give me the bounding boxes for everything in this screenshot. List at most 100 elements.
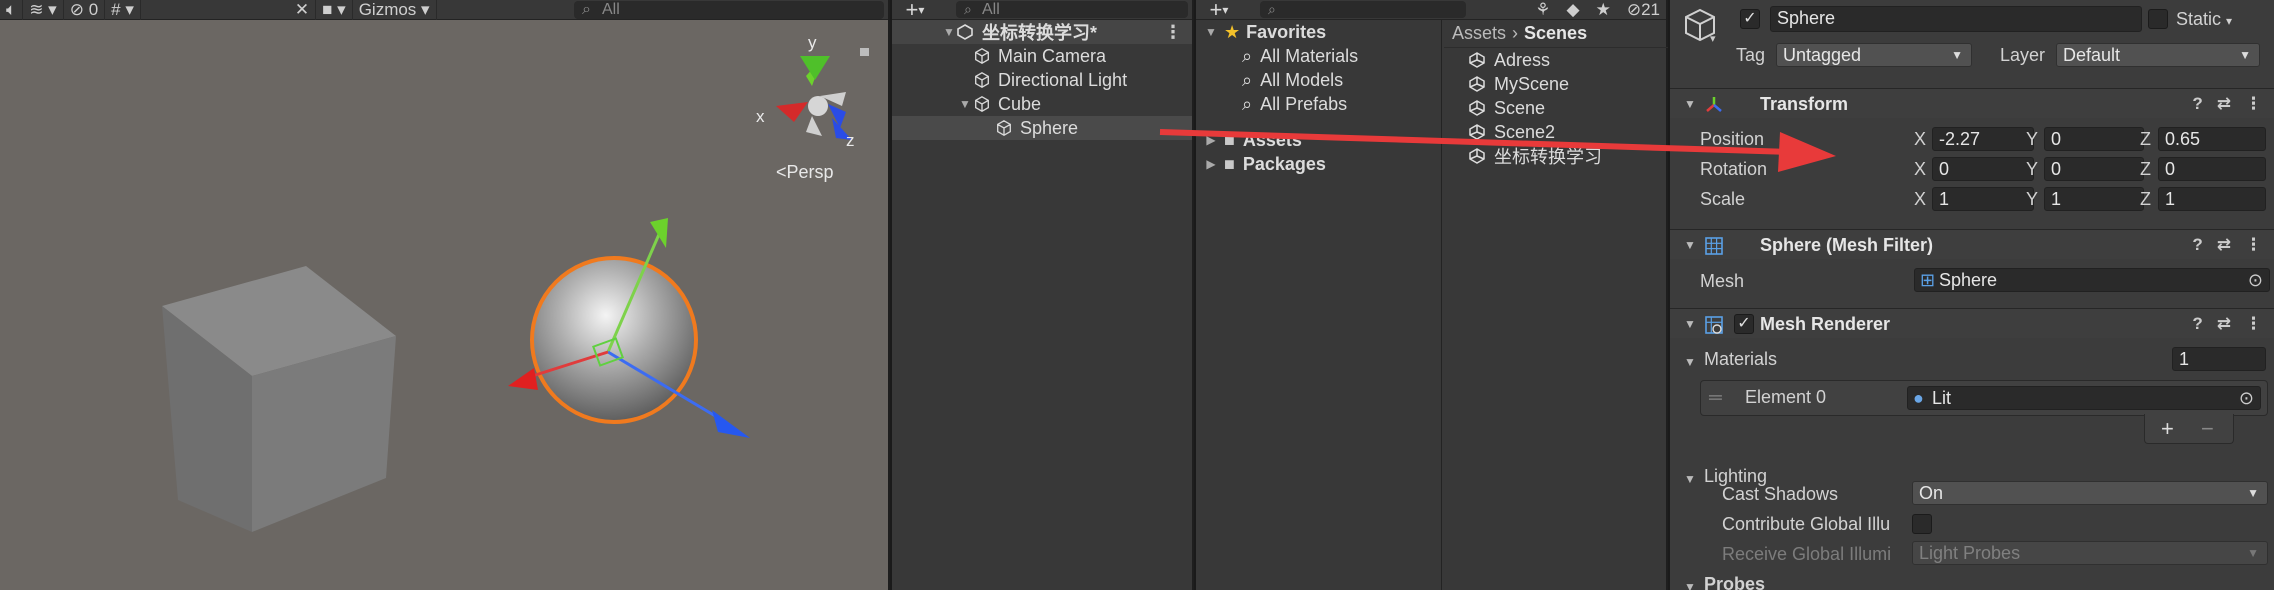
position-y-field[interactable]: 0 xyxy=(2044,127,2144,151)
hierarchy-item[interactable]: ▼ Cube xyxy=(892,92,1192,116)
cast-shadows-dropdown[interactable]: On ▼ xyxy=(1912,481,2268,505)
contribute-gi-checkbox[interactable] xyxy=(1912,514,1932,534)
material-object-field[interactable]: ● Lit ⊙ xyxy=(1907,386,2261,410)
favorites-item[interactable]: ⌕ All Materials xyxy=(1196,44,1441,68)
axis-z-label[interactable]: Z xyxy=(2140,159,2151,180)
favorites-item[interactable]: ⌕ All Models xyxy=(1196,68,1441,92)
root-folder-item[interactable]: ▶ ■ Packages xyxy=(1196,152,1441,176)
mesh-filter-header[interactable]: ▼ Sphere (Mesh Filter) ? ⇄ ⋮ xyxy=(1670,229,2274,259)
breadcrumb-current[interactable]: Scenes xyxy=(1524,23,1587,44)
axis-x-label[interactable]: X xyxy=(1914,159,1926,180)
probes-label[interactable]: Probes xyxy=(1704,574,1765,590)
create-button[interactable]: + ▾ xyxy=(892,0,938,22)
rotation-y-field[interactable]: 0 xyxy=(2044,157,2144,181)
cube-object[interactable] xyxy=(162,266,396,532)
scene-view[interactable]: 🔈︎ ≋ ▾ ⊘ 0 # ▾ ✕ ■ ▾ Gizmos ▾ ⌕ All y x … xyxy=(0,0,888,590)
scale-y-field[interactable]: 1 xyxy=(2044,187,2144,211)
axis-y-label[interactable]: Y xyxy=(2026,159,2038,180)
drag-handle-icon[interactable]: ═ xyxy=(1709,387,1722,408)
add-element-button[interactable]: + xyxy=(2161,416,2174,442)
preset-icon[interactable]: ⇄ xyxy=(2217,94,2231,114)
hierarchy-item[interactable]: Sphere xyxy=(892,116,1192,140)
scene-asset-item[interactable]: Scene2 xyxy=(1444,120,1668,144)
icon-dropdown-caret[interactable]: ▾ xyxy=(1710,32,1716,45)
kebab-menu-icon[interactable]: ⋮ xyxy=(2245,314,2262,334)
fold-arrow-icon[interactable]: ▼ xyxy=(1684,355,1696,369)
scene-search-input[interactable]: ⌕ All xyxy=(574,1,884,19)
mesh-object-field[interactable]: ⊞ Sphere ⊙ xyxy=(1914,268,2270,292)
object-picker-icon[interactable]: ⊙ xyxy=(2248,269,2263,291)
favorites-item[interactable]: ⌕ All Prefabs xyxy=(1196,92,1441,116)
favorites-row[interactable]: ▼ ★ Favorites xyxy=(1196,20,1441,44)
axis-x-label[interactable]: X xyxy=(1914,129,1926,150)
scale-x-field[interactable]: 1 xyxy=(1932,187,2034,211)
project-search-input[interactable]: ⌕ xyxy=(1260,1,1466,18)
transform-header[interactable]: ▼ Transform ? ⇄ ⋮ xyxy=(1670,88,2274,118)
scene-asset-item[interactable]: MyScene xyxy=(1444,72,1668,96)
hierarchy-item[interactable]: Main Camera xyxy=(892,44,1192,68)
scene-viewport[interactable]: y x z xyxy=(0,20,888,590)
scene-asset-item[interactable]: Scene xyxy=(1444,96,1668,120)
scene-asset-item[interactable]: 坐标转换学习 xyxy=(1444,144,1668,168)
root-folder-item[interactable]: ▶ ■ Assets xyxy=(1196,128,1441,152)
kebab-menu-icon[interactable]: ⋮ xyxy=(2245,94,2262,114)
layer-dropdown[interactable]: Default ▼ xyxy=(2056,43,2260,67)
fold-arrow-icon[interactable]: ▼ xyxy=(1684,238,1696,252)
mesh-renderer-header[interactable]: ▼ ✓ Mesh Renderer ? ⇄ ⋮ xyxy=(1670,308,2274,338)
hierarchy-search-input[interactable]: ⌕ All xyxy=(956,1,1188,18)
position-x-field[interactable]: -2.27 xyxy=(1932,127,2034,151)
lock-icon[interactable] xyxy=(860,48,869,56)
help-icon[interactable]: ? xyxy=(2192,314,2202,334)
materials-count-field[interactable]: 1 xyxy=(2172,347,2266,371)
help-icon[interactable]: ? xyxy=(2192,235,2202,255)
kebab-menu-icon[interactable]: ⋮ xyxy=(2245,235,2262,255)
fold-arrow-icon[interactable]: ▼ xyxy=(1684,580,1696,590)
grid-toggle[interactable]: # ▾ xyxy=(105,0,141,20)
speaker-icon[interactable]: 🔈︎ xyxy=(0,0,24,20)
expand-arrow-icon[interactable]: ▼ xyxy=(942,25,956,39)
materials-label[interactable]: Materials xyxy=(1704,349,1777,370)
axis-y-label[interactable]: Y xyxy=(2026,189,2038,210)
projection-toggle[interactable]: <Persp xyxy=(776,162,834,183)
preset-icon[interactable]: ⇄ xyxy=(2217,235,2231,255)
scale-z-field[interactable]: 1 xyxy=(2158,187,2266,211)
axis-z-label[interactable]: Z xyxy=(2140,189,2151,210)
expand-arrow-icon[interactable]: ▼ xyxy=(958,97,972,111)
static-dropdown[interactable]: Static ▾ xyxy=(2176,9,2232,30)
active-checkbox[interactable]: ✓ xyxy=(1740,9,1760,29)
filter-type-icon[interactable]: ⚘ xyxy=(1535,0,1550,20)
help-icon[interactable]: ? xyxy=(2192,94,2202,114)
hidden-objects-toggle[interactable]: ⊘ 0 xyxy=(64,0,106,20)
remove-element-button[interactable]: − xyxy=(2201,416,2214,442)
fold-arrow-icon[interactable]: ▼ xyxy=(1684,472,1696,486)
position-z-field[interactable]: 0.65 xyxy=(2158,127,2266,151)
fold-arrow-icon[interactable]: ▼ xyxy=(1684,97,1696,111)
renderer-enabled-checkbox[interactable]: ✓ xyxy=(1734,314,1754,334)
axis-y-label[interactable]: Y xyxy=(2026,129,2038,150)
camera-icon[interactable]: ■ ▾ xyxy=(316,0,353,20)
star-filter-icon[interactable]: ★ xyxy=(1596,0,1611,20)
expand-arrow-icon[interactable]: ▶ xyxy=(1204,133,1218,147)
breadcrumb-root[interactable]: Assets xyxy=(1452,23,1506,44)
tools-icon[interactable]: ✕ xyxy=(289,0,317,20)
hierarchy-item[interactable]: Directional Light xyxy=(892,68,1192,92)
create-asset-button[interactable]: + ▾ xyxy=(1196,0,1242,22)
hidden-packages-toggle[interactable]: ⊘21 xyxy=(1627,0,1660,20)
label-tag-icon[interactable]: ◆ xyxy=(1567,0,1580,20)
expand-arrow-icon[interactable]: ▶ xyxy=(1204,157,1218,171)
scene-row[interactable]: ▼ 坐标转换学习* ⋮ xyxy=(892,20,1192,44)
rotation-z-field[interactable]: 0 xyxy=(2158,157,2266,181)
fold-arrow-icon[interactable]: ▼ xyxy=(1684,317,1696,331)
gizmos-dropdown[interactable]: Gizmos ▾ xyxy=(353,0,437,20)
kebab-menu-icon[interactable]: ⋮ xyxy=(1164,22,1182,43)
static-checkbox[interactable] xyxy=(2148,9,2168,29)
object-name-field[interactable]: Sphere xyxy=(1770,6,2142,32)
axis-x-label[interactable]: X xyxy=(1914,189,1926,210)
layers-icon[interactable]: ≋ ▾ xyxy=(23,0,64,20)
orientation-gizmo[interactable]: y x z xyxy=(756,33,869,150)
axis-z-label[interactable]: Z xyxy=(2140,129,2151,150)
object-picker-icon[interactable]: ⊙ xyxy=(2239,387,2254,409)
tag-dropdown[interactable]: Untagged ▼ xyxy=(1776,43,1972,67)
preset-icon[interactable]: ⇄ xyxy=(2217,314,2231,334)
rotation-x-field[interactable]: 0 xyxy=(1932,157,2034,181)
